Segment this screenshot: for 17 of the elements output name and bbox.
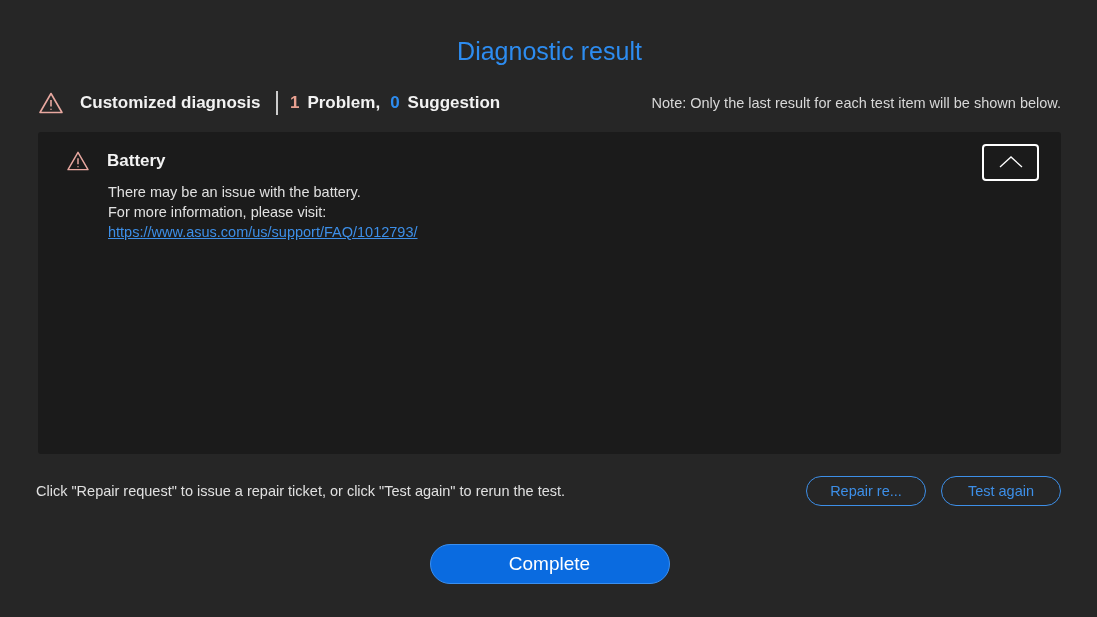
chevron-up-icon <box>998 156 1023 168</box>
page-title: Diagnostic result <box>457 36 642 67</box>
result-text: There may be an issue with the battery. <box>108 183 362 202</box>
suggestion-label: Suggestion <box>407 93 501 113</box>
note-text: Note: Only the last result for each test item will be shown below. <box>651 95 1061 111</box>
problem-count: 1 <box>289 93 300 113</box>
warning-icon <box>38 92 64 114</box>
suggestion-count: 0 <box>390 93 400 113</box>
collapse-button[interactable] <box>982 143 1039 181</box>
faq-link[interactable]: https://www.asus.com/us/support/FAQ/1012793/ <box>108 224 418 240</box>
result-text: For more information, please visit: <box>108 203 328 222</box>
summary-label: Customized diagnosis <box>80 93 261 113</box>
result-name: Battery <box>107 151 166 171</box>
hint-text: Click "Repair request" to issue a repair ticket, or click "Test again" to rerun the test. <box>36 483 566 499</box>
complete-button[interactable]: Complete <box>429 544 670 584</box>
problem-label: Problem, <box>307 93 381 113</box>
warning-icon <box>66 151 90 171</box>
